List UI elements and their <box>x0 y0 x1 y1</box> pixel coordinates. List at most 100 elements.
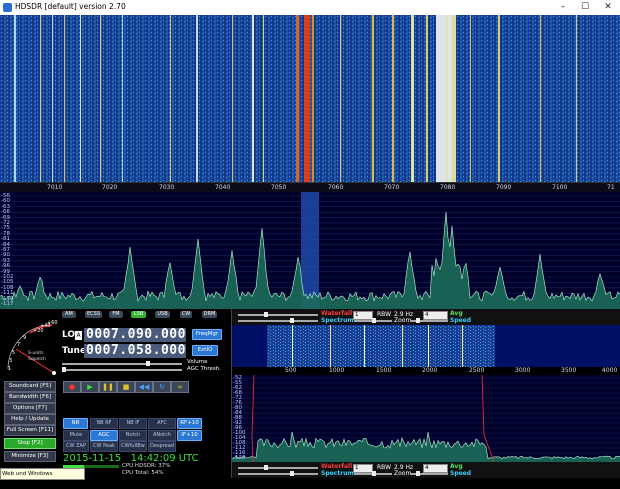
smeter-unit: S-units <box>28 351 44 356</box>
agc-slow-button[interactable]: AGC Slow <box>90 430 118 447</box>
zoom-right-slider[interactable] <box>410 318 448 323</box>
af-bottom-bar: Waterfall Spectrum 1 RBW 2.9 Hz 4 Avg Sp… <box>232 462 620 478</box>
rf-waterfall[interactable] <box>0 15 620 182</box>
af-tick: 1000 <box>329 367 345 374</box>
af-tick: 3500 <box>561 367 577 374</box>
play-icon[interactable]: ▶ <box>81 381 99 393</box>
af-tick: 500 <box>285 367 297 374</box>
avg-select[interactable]: 4 <box>423 311 448 320</box>
speed-label: Speed <box>450 317 472 324</box>
mode-usb-button[interactable]: USB <box>155 311 170 318</box>
speed-label: Speed <box>450 470 472 477</box>
spectrum-slider[interactable] <box>238 318 318 323</box>
cw-peak-button[interactable]: CW Peak <box>90 441 118 452</box>
title-bar: HDSDR [default] version 2.70 – ☐ ✕ <box>0 0 620 16</box>
af-tick: 4000 <box>602 367 618 374</box>
zoom-left-slider[interactable] <box>354 318 392 323</box>
rf-tick: 7070 <box>384 184 400 191</box>
waterfall-slider-bottom[interactable] <box>238 465 318 470</box>
mode-ecss-button[interactable]: ECSS <box>85 311 102 318</box>
close-button[interactable]: ✕ <box>597 0 619 15</box>
cpu-total: CPU Total: 54% <box>122 470 164 476</box>
af-tick: 2500 <box>469 367 485 374</box>
afc-button[interactable]: AFC <box>148 418 176 429</box>
zoom-left-slider[interactable] <box>354 471 392 476</box>
cw-fullbw-button[interactable]: CWfullBw <box>119 441 147 452</box>
mute-button[interactable]: Mute <box>63 430 89 441</box>
bandwidth-button[interactable]: Bandwidth [F6] <box>4 392 56 403</box>
nb-if-button[interactable]: NB IF <box>119 418 147 429</box>
rf-tick: 7040 <box>215 184 231 191</box>
help-update-button[interactable]: Help / Update [F1] <box>4 414 56 431</box>
zoom-right-slider[interactable] <box>410 471 448 476</box>
mode-am-button[interactable]: AM <box>62 311 76 318</box>
smeter-label: 3 <box>9 358 13 364</box>
lo-marker[interactable]: A <box>75 331 82 340</box>
af-db-scale-label: -120 <box>233 455 246 461</box>
avg-select[interactable]: 4 <box>423 464 448 473</box>
maximize-button[interactable]: ☐ <box>574 0 596 15</box>
mode-drm-button[interactable]: DRM <box>202 311 217 318</box>
rf-tick: 71 <box>607 184 615 191</box>
zoom-label: Zoom <box>394 470 412 477</box>
db-scale-label: -117 <box>1 301 14 307</box>
full-screen-button[interactable]: Full Screen [F11] <box>4 425 56 436</box>
soundcard-button[interactable]: Soundcard [F5] <box>4 381 56 392</box>
app-icon <box>3 3 12 12</box>
nb-rf-button[interactable]: NB RF <box>90 418 118 429</box>
rewind-icon[interactable]: ◀◀ <box>135 381 153 393</box>
mode-fm-button[interactable]: FM <box>109 311 123 318</box>
waterfall-slider[interactable] <box>238 312 318 317</box>
zoom-label: Zoom <box>394 317 412 324</box>
waterfall-select[interactable]: 1 <box>353 464 373 473</box>
loop-icon[interactable]: ∞ <box>171 381 189 393</box>
agc-threshold-slider[interactable] <box>62 367 182 372</box>
tune-frequency-display[interactable]: 0007.058.000 <box>84 344 186 358</box>
volume-label: Volume <box>187 359 208 365</box>
smeter-label: 5 <box>12 350 16 356</box>
if-plus10-button[interactable]: IF+10 <box>177 430 202 441</box>
despread-button[interactable]: Despread <box>148 441 176 452</box>
mode-cw-button[interactable]: CW <box>180 311 192 318</box>
af-tick: 3000 <box>515 367 531 374</box>
record-icon[interactable]: ● <box>63 381 81 393</box>
af-tick: 2000 <box>422 367 438 374</box>
nr-button[interactable]: NR <box>63 418 88 429</box>
rf-tick: 7030 <box>159 184 175 191</box>
rf-tick: 7090 <box>496 184 512 191</box>
stop-button[interactable]: Stop [F2] <box>4 438 56 449</box>
rf-spectrum-graphic <box>0 192 620 309</box>
smeter-label: +60 <box>47 320 58 326</box>
freqmgr-button[interactable]: FreqMgr <box>192 329 222 340</box>
options-button[interactable]: Options [F7] <box>4 403 56 414</box>
extio-button[interactable]: ExtIO <box>192 345 218 356</box>
minimize-panel-button[interactable]: Minimize [F3] <box>4 451 56 462</box>
minimize-button[interactable]: – <box>552 0 574 15</box>
spectrum-label: Spectrum <box>321 470 354 477</box>
loop-icon[interactable]: ↻ <box>153 381 171 393</box>
anotch-button[interactable]: ANotch <box>148 430 176 441</box>
smeter-squelch: Squelch <box>28 357 46 362</box>
rf-spectrum[interactable]: -56 -60 -63 -66 -69 -72 -75 -78 -81 -84 -87 -90 -93-… <box>0 192 620 309</box>
rf-tick: 7010 <box>47 184 63 191</box>
volume-slider[interactable] <box>62 361 182 366</box>
notch-button[interactable]: Notch <box>119 430 147 441</box>
waterfall-select[interactable]: 1 <box>353 311 373 320</box>
af-frequency-scale[interactable]: 500 1000 1500 2000 2500 3000 3500 4000 <box>232 367 620 375</box>
rf-tick: 7060 <box>328 184 344 191</box>
waterfall-label: Waterfall <box>321 310 353 317</box>
spectrum-slider-bottom[interactable] <box>238 471 318 476</box>
lo-label: LO <box>62 330 76 340</box>
rf-plus10-button[interactable]: RF+10 <box>177 418 202 429</box>
smeter-label: 7 <box>17 342 21 348</box>
rf-waterfall-graphic <box>0 15 620 182</box>
cw-zap-button[interactable]: CW ZAP <box>63 441 89 452</box>
cpu-hdsdr: CPU HDSDR: 37% <box>122 463 171 469</box>
window-title: HDSDR [default] version 2.70 <box>15 2 126 11</box>
mode-lsb-button[interactable]: LSB <box>131 311 146 318</box>
lo-frequency-display[interactable]: 0007.090.000 <box>84 328 186 342</box>
pause-icon[interactable]: ❚❚ <box>99 381 117 393</box>
stop-icon[interactable]: ■ <box>117 381 135 393</box>
af-spectrum[interactable]: -52 -55 -62 -68 -72 -76 -80 -84 -88 -92 -96 -100 -10… <box>232 375 620 462</box>
af-waterfall[interactable] <box>232 325 620 367</box>
